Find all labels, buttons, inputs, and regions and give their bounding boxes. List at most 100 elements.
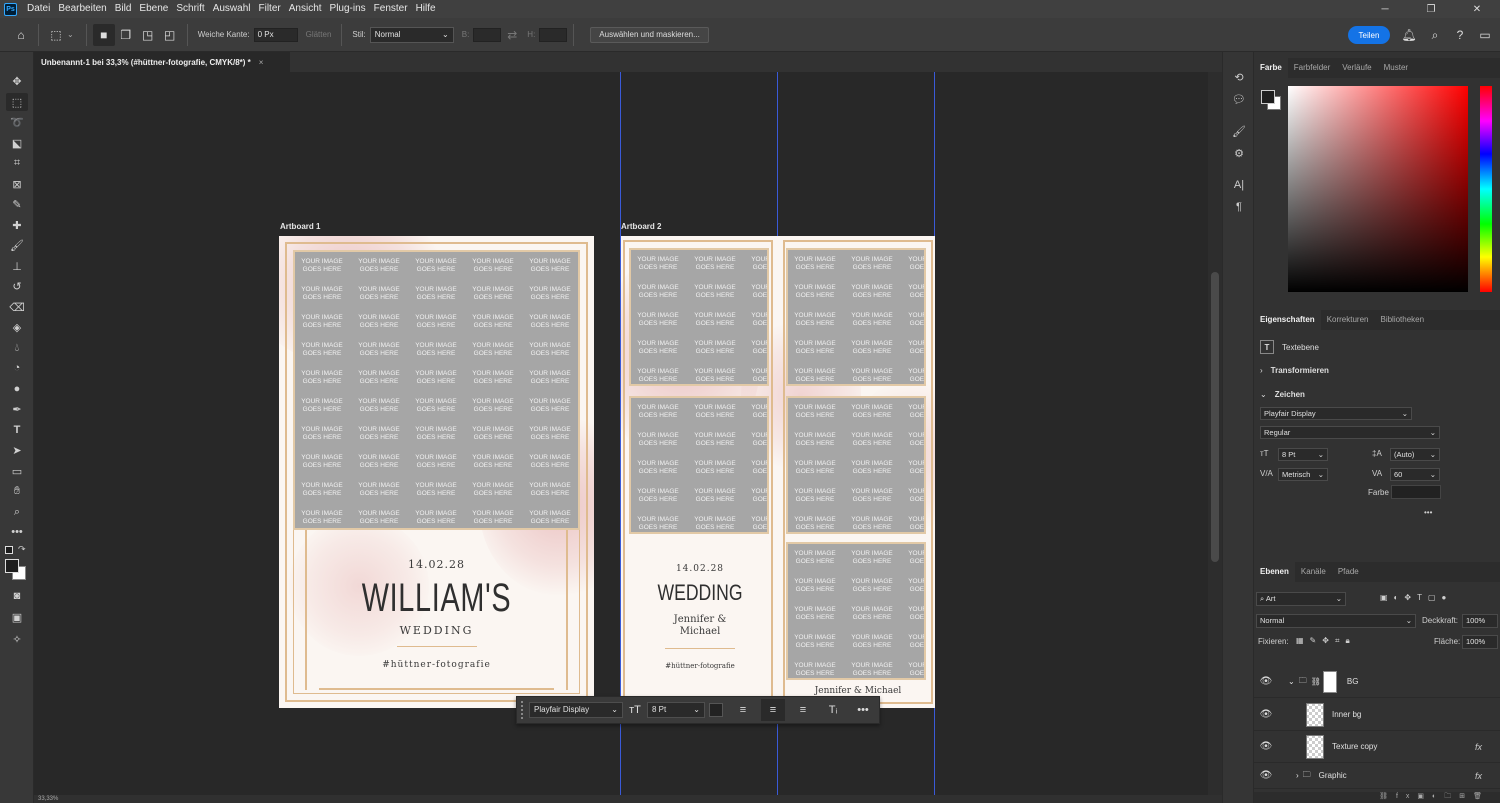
smooth-checkbox-label[interactable]: Glätten <box>306 30 332 39</box>
eyedropper-tool-icon[interactable]: ✎ <box>6 195 28 213</box>
layers-footer-icons[interactable]: ⛓fx▣◐🗀⊞🗑 <box>1254 792 1500 803</box>
tab-korrekturen[interactable]: Korrekturen <box>1321 310 1375 330</box>
foreground-color-swatch[interactable] <box>1261 90 1275 104</box>
drag-handle[interactable] <box>521 701 525 719</box>
leading-select[interactable]: (Auto) ⌄ <box>1390 448 1440 461</box>
generate-image-icon[interactable]: ✧ <box>6 630 28 648</box>
menu-ebene[interactable]: Ebene <box>135 0 172 18</box>
menu-bearbeiten[interactable]: Bearbeiten <box>54 0 110 18</box>
brush-tool-icon[interactable]: 🖌︎ <box>6 236 28 254</box>
zoom-tool-icon[interactable]: ⌕ <box>6 503 28 521</box>
lock-icons[interactable]: ▦✎✥⌗🔒︎ <box>1296 636 1356 646</box>
transform-section[interactable]: › Transformieren <box>1260 366 1329 375</box>
height-input[interactable] <box>539 27 568 42</box>
fill-input[interactable]: 100% <box>1462 635 1498 649</box>
feather-input[interactable]: 0 Px <box>253 27 298 42</box>
width-input[interactable] <box>473 27 502 42</box>
tab-bibliotheken[interactable]: Bibliotheken <box>1374 310 1430 330</box>
screen-mode-icon[interactable]: ▣ <box>6 608 28 626</box>
chevron-right-icon[interactable]: › <box>1296 771 1299 780</box>
font-family-select[interactable]: Playfair Display ⌄ <box>529 702 623 718</box>
new-selection-icon[interactable]: ■ <box>92 23 115 46</box>
close-tab-icon[interactable]: × <box>259 58 264 67</box>
object-selection-tool-icon[interactable]: ⬕ <box>6 134 28 152</box>
card-date[interactable]: 14.02.28 <box>279 558 594 571</box>
style-select[interactable]: Normal ⌄ <box>369 26 454 43</box>
menu-hilfe[interactable]: Hilfe <box>412 0 440 18</box>
layer-filter-icons[interactable]: ▣◐✥T▢● <box>1380 593 1452 602</box>
quick-mask-icon[interactable]: ◙ <box>6 587 28 605</box>
hue-slider[interactable] <box>1480 86 1492 292</box>
font-size-select[interactable]: 8 Pt ⌄ <box>647 702 705 718</box>
card-footer-names[interactable]: Jennifer & Michael <box>783 686 933 696</box>
more-options-icon[interactable]: ••• <box>851 699 875 721</box>
select-and-mask-button[interactable]: Auswählen und maskieren... <box>590 26 709 43</box>
align-right-icon[interactable]: ≡ <box>791 699 815 721</box>
tab-kanaele[interactable]: Kanäle <box>1295 562 1332 582</box>
eye-icon[interactable]: 👁︎ <box>1256 709 1276 720</box>
fx-icon[interactable]: fx <box>1475 742 1482 752</box>
history-panel-icon[interactable]: ⟲ <box>1228 68 1250 86</box>
comments-panel-icon[interactable]: 💬︎ <box>1228 90 1250 108</box>
card-hashtag[interactable]: #hüttner-fotografie <box>279 660 594 670</box>
add-selection-icon[interactable]: ❐ <box>115 24 137 46</box>
frame-tool-icon[interactable]: ⊠ <box>6 175 28 193</box>
kerning-select[interactable]: Metrisch ⌄ <box>1278 468 1328 481</box>
history-brush-tool-icon[interactable]: ↺ <box>6 277 28 295</box>
text-color-swatch[interactable] <box>709 703 723 717</box>
more-options-icon[interactable]: ••• <box>1424 508 1432 517</box>
brush-settings-icon[interactable]: 🖌︎ <box>1228 122 1250 140</box>
layer-row-inner-bg[interactable]: 👁︎ Inner bg <box>1254 699 1500 731</box>
swap-colors-icon[interactable]: ↷ <box>18 544 26 555</box>
default-colors-icon[interactable] <box>5 546 13 554</box>
tab-ebenen[interactable]: Ebenen <box>1254 562 1295 582</box>
bell-icon[interactable]: 🔔︎ <box>1400 26 1418 44</box>
text-options-icon[interactable]: Tᵢ <box>821 699 845 721</box>
tracking-select[interactable]: 60 ⌄ <box>1390 468 1440 481</box>
search-icon[interactable]: ⌕ <box>1426 26 1444 44</box>
tab-farbe[interactable]: Farbe <box>1254 58 1288 78</box>
foreground-color-swatch[interactable] <box>5 559 19 573</box>
card-hashtag[interactable]: #hüttner-fotografie <box>625 662 775 670</box>
align-center-icon[interactable]: ≡ <box>761 699 785 721</box>
vertical-scrollbar[interactable] <box>1208 72 1222 795</box>
more-tools-icon[interactable]: ••• <box>6 523 28 541</box>
scrollbar-thumb[interactable] <box>1211 272 1219 562</box>
subtract-selection-icon[interactable]: ◳ <box>137 24 159 46</box>
marquee-tool-preset-icon[interactable]: ⬚ <box>45 24 67 46</box>
tab-eigenschaften[interactable]: Eigenschaften <box>1254 310 1321 330</box>
menu-bild[interactable]: Bild <box>111 0 136 18</box>
menu-plugins[interactable]: Plug-ins <box>326 0 370 18</box>
menu-schrift[interactable]: Schrift <box>172 0 208 18</box>
chevron-down-icon[interactable]: ⌄ <box>67 30 74 39</box>
character-panel-icon[interactable]: A| <box>1228 176 1250 194</box>
tab-verlaeufe[interactable]: Verläufe <box>1336 58 1377 78</box>
document-tab[interactable]: Unbenannt-1 bei 33,3% (#hüttner-fotograf… <box>34 52 290 72</box>
crop-tool-icon[interactable]: ⌗ <box>6 154 28 172</box>
pen-tool-icon[interactable]: ✒ <box>6 400 28 418</box>
font-family-select[interactable]: Playfair Display ⌄ <box>1260 407 1412 420</box>
card-title[interactable]: WILLIAM'S <box>323 576 550 621</box>
minimize-button[interactable]: ─ <box>1362 0 1408 18</box>
workspace-icon[interactable]: ▭ <box>1476 26 1494 44</box>
fx-icon[interactable]: fx <box>1475 771 1482 781</box>
share-button[interactable]: Teilen <box>1348 26 1390 44</box>
text-color-swatch[interactable] <box>1391 485 1441 499</box>
layer-row-texture-copy[interactable]: 👁︎ Texture copy fx <box>1254 731 1500 763</box>
card-names[interactable]: Jennifer & Michael <box>625 614 775 638</box>
swap-dimensions-icon[interactable]: ⇄ <box>501 24 523 46</box>
home-icon[interactable]: ⌂ <box>10 24 32 46</box>
align-left-icon[interactable]: ≡ <box>731 699 755 721</box>
intersect-selection-icon[interactable]: ◰ <box>159 24 181 46</box>
chevron-down-icon[interactable]: ⌄ <box>1288 677 1295 686</box>
healing-brush-tool-icon[interactable]: ✚ <box>6 216 28 234</box>
rectangle-tool-icon[interactable]: ▭ <box>6 462 28 480</box>
font-size-select[interactable]: 8 Pt ⌄ <box>1278 448 1328 461</box>
paint-bucket-tool-icon[interactable]: ◈ <box>6 318 28 336</box>
help-icon[interactable]: ? <box>1451 26 1469 44</box>
dodge-tool-icon[interactable]: ◔ <box>6 359 28 377</box>
menu-fenster[interactable]: Fenster <box>370 0 412 18</box>
canvas-area[interactable]: Artboard 1 Artboard 2 YOUR IMAGE GOES HER… <box>34 72 1208 795</box>
adjustments-icon[interactable]: ⚙︎ <box>1228 144 1250 162</box>
eye-icon[interactable]: 👁︎ <box>1256 676 1276 687</box>
